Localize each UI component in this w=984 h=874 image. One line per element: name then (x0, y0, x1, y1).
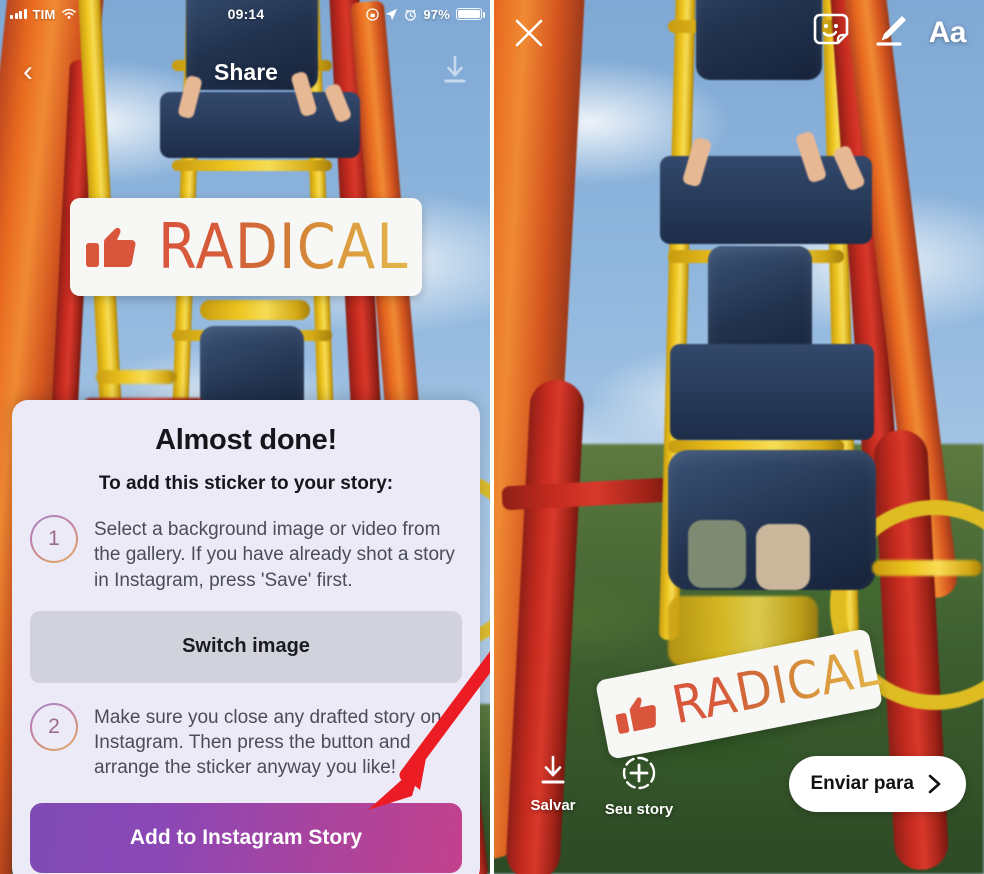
download-icon (541, 755, 565, 784)
download-icon (444, 55, 466, 82)
step-description: Select a background image or video from … (94, 519, 455, 591)
sticker-smiley-icon (813, 13, 848, 44)
radical-sticker[interactable]: RADICAL (70, 198, 422, 296)
pen-draw-icon (876, 15, 906, 46)
save-action[interactable]: Salvar (510, 754, 596, 814)
coaster-decor-fins (200, 300, 310, 320)
dual-screenshot-comparison: TIM 09:14 97% ‹ Share RADICAL Almost don… (0, 0, 984, 874)
rider-body (688, 520, 746, 588)
dialog-title: Almost done! (155, 424, 337, 456)
your-story-action[interactable]: Seu story (596, 754, 682, 818)
switch-image-button[interactable]: Switch image (30, 610, 462, 683)
thumbs-up-icon (615, 697, 656, 734)
close-button[interactable] (492, 16, 566, 50)
instagram-top-toolbar: Aa (492, 0, 984, 66)
dialog-subtitle: To add this sticker to your story: (98, 473, 394, 494)
background-structure (872, 560, 982, 576)
your-story-label: Seu story (604, 801, 674, 818)
sticker-text: RADICAL (158, 210, 409, 283)
text-tool-button[interactable]: Aa (929, 16, 967, 50)
step-description: Make sure you close any drafted story on… (94, 706, 442, 779)
add-to-instagram-story-button[interactable]: Add to Instagram Story (30, 802, 462, 873)
instagram-bottom-toolbar: Salvar Seu story Enviar para (492, 754, 984, 864)
step-number-badge: 2 (30, 703, 78, 751)
sticker-button[interactable] (811, 11, 851, 56)
instruction-step-1: 1 Select a background image or video fro… (30, 515, 462, 593)
save-label: Salvar (530, 797, 576, 814)
right-phone-screen: Aa RADICAL Salvar Seu story Enviar para (492, 0, 984, 874)
rider-body (756, 524, 810, 590)
share-nav-bar: ‹ Share (0, 48, 492, 96)
step-number-badge: 1 (30, 515, 78, 563)
close-x-icon (515, 19, 543, 47)
status-bar: TIM 09:14 97% (0, 0, 492, 28)
thumbs-up-icon (86, 227, 136, 267)
left-phone-screen: TIM 09:14 97% ‹ Share RADICAL Almost don… (0, 0, 492, 874)
background-structure (96, 370, 176, 384)
status-bar-clock: 09:14 (227, 6, 265, 22)
send-to-label: Enviar para (810, 773, 915, 794)
almost-done-dialog: Almost done! To add this sticker to your… (12, 400, 480, 874)
draw-button[interactable] (871, 12, 909, 55)
coaster-seat-row-mid (670, 344, 874, 440)
page-title: Share (214, 58, 278, 85)
instruction-step-2: 2 Make sure you close any drafted story … (30, 703, 462, 781)
track-rung (172, 160, 332, 171)
instagram-tool-group: Aa (811, 11, 984, 56)
download-button[interactable] (440, 54, 470, 91)
battery-icon (456, 8, 485, 20)
your-story-plus-icon (622, 756, 656, 790)
chevron-right-icon (928, 774, 941, 794)
send-to-button[interactable]: Enviar para (788, 756, 966, 812)
background-photo-right (492, 0, 984, 874)
panel-divider (490, 0, 494, 874)
